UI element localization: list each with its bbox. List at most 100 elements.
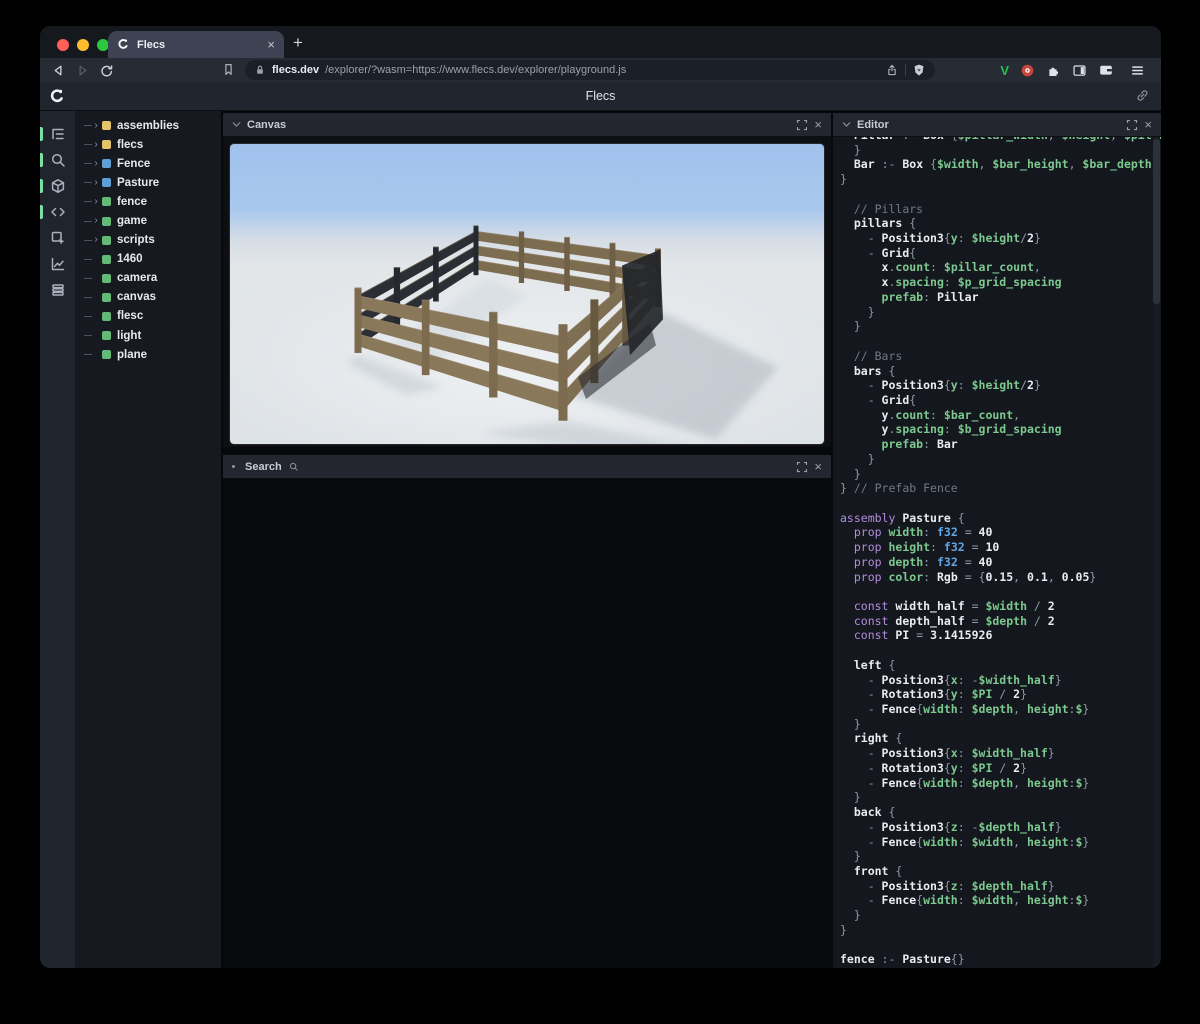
v-extension-icon[interactable]: V bbox=[1000, 63, 1009, 78]
close-icon[interactable]: × bbox=[814, 118, 822, 131]
close-window-button[interactable] bbox=[57, 39, 69, 51]
expand-chevron-icon[interactable]: › bbox=[92, 196, 100, 207]
back-button[interactable] bbox=[51, 63, 66, 78]
minimize-window-button[interactable] bbox=[77, 39, 89, 51]
url-bar[interactable]: flecs.dev/explorer/?wasm=https://www.fle… bbox=[245, 60, 935, 80]
tree-item-light[interactable]: light bbox=[75, 326, 221, 345]
sidebar-item-cube[interactable] bbox=[40, 173, 75, 199]
reload-button[interactable] bbox=[99, 63, 114, 78]
sidebar-item-chart[interactable] bbox=[40, 251, 75, 277]
tree-item-fence[interactable]: › fence bbox=[75, 192, 221, 211]
code-line: } // Prefab Fence bbox=[840, 481, 958, 496]
code-line: } bbox=[840, 922, 847, 937]
code-line: } bbox=[840, 716, 861, 731]
canvas-panel-title: Canvas bbox=[247, 118, 287, 131]
tree-item-label: flecs bbox=[117, 138, 144, 151]
prefab-color-square bbox=[102, 178, 111, 188]
tab-close-icon[interactable]: × bbox=[267, 38, 275, 51]
sidebar-item-stack[interactable] bbox=[40, 277, 75, 303]
tree-item-label: camera bbox=[117, 272, 158, 285]
red-extension-icon[interactable] bbox=[1020, 63, 1035, 78]
code-line: fence :- Pasture{} bbox=[840, 952, 965, 967]
stack-icon bbox=[51, 284, 64, 296]
expand-chevron-icon[interactable]: › bbox=[92, 158, 100, 169]
canvas-panel: Canvas × bbox=[223, 113, 831, 455]
fullscreen-icon[interactable] bbox=[796, 119, 808, 131]
expand-chevron-icon[interactable]: › bbox=[92, 177, 100, 188]
tree-twig bbox=[84, 315, 92, 317]
chevron-down-icon[interactable] bbox=[232, 121, 241, 128]
bookmark-icon[interactable] bbox=[221, 62, 236, 77]
tree-item-label: Pasture bbox=[117, 176, 160, 189]
editor-panel-title: Editor bbox=[857, 118, 889, 131]
code-icon bbox=[50, 207, 65, 217]
code-line: prefab: Pillar bbox=[881, 289, 979, 304]
tree-item-plane[interactable]: plane bbox=[75, 345, 221, 364]
fullscreen-icon[interactable] bbox=[1126, 119, 1138, 131]
sidebar-panel-icon[interactable] bbox=[1072, 63, 1087, 78]
code-line: x.count: $pillar_count, bbox=[881, 260, 1041, 275]
forward-button[interactable] bbox=[75, 63, 90, 78]
code-line: } bbox=[840, 849, 861, 864]
tree-item-scripts[interactable]: › scripts bbox=[75, 231, 221, 250]
close-icon[interactable]: × bbox=[1144, 118, 1152, 131]
tree-item-1460[interactable]: 1460 bbox=[75, 250, 221, 269]
code-line: - Fence{width: $depth, height:$} bbox=[840, 775, 1090, 790]
expand-chevron-icon[interactable]: › bbox=[92, 235, 100, 245]
entity-color-square bbox=[102, 254, 111, 264]
fullscreen-icon[interactable] bbox=[796, 461, 808, 473]
tree-item-Pasture[interactable]: › Pasture bbox=[75, 173, 221, 192]
new-tab-button[interactable]: + bbox=[293, 33, 303, 53]
sidebar-item-code[interactable] bbox=[40, 199, 75, 225]
tree-twig bbox=[84, 182, 92, 184]
sidebar-item-search[interactable] bbox=[40, 147, 75, 173]
code-line: back { bbox=[853, 805, 896, 820]
code-block: Pillar :- Box {$pillar_width, $height, $… bbox=[840, 137, 1161, 967]
close-icon[interactable]: × bbox=[814, 460, 822, 473]
chevron-down-icon[interactable] bbox=[842, 121, 851, 128]
center-column: Canvas × Search × bbox=[223, 111, 831, 968]
browser-tab[interactable]: Flecs × bbox=[108, 31, 284, 58]
code-editor[interactable]: Pillar :- Box {$pillar_width, $height, $… bbox=[833, 137, 1161, 968]
expand-chevron-icon[interactable]: › bbox=[92, 139, 100, 150]
canvas-body bbox=[223, 137, 831, 455]
tree-twig bbox=[84, 335, 92, 337]
expand-chevron-icon[interactable]: › bbox=[92, 216, 100, 226]
code-line: pillars { bbox=[853, 216, 917, 231]
expand-chevron-icon[interactable]: › bbox=[92, 120, 100, 131]
tree-item-label: fence bbox=[117, 195, 148, 208]
sidebar-item-outliner[interactable] bbox=[40, 121, 75, 147]
tree-twig bbox=[84, 201, 92, 203]
share-icon[interactable] bbox=[885, 63, 899, 77]
tree-item-flecs[interactable]: › flecs bbox=[75, 135, 221, 154]
link-icon[interactable] bbox=[1135, 88, 1150, 103]
code-line: - Position3{z: $depth_half} bbox=[840, 878, 1055, 893]
chart-icon bbox=[51, 257, 64, 271]
tree-twig bbox=[84, 125, 92, 127]
tree-item-Fence[interactable]: › Fence bbox=[75, 154, 221, 173]
search-body[interactable] bbox=[223, 479, 831, 968]
entity-color-square bbox=[102, 273, 111, 283]
code-line: - Position3{x: -$width_half} bbox=[840, 672, 1062, 687]
app-header: Flecs bbox=[40, 82, 1161, 111]
tree-item-camera[interactable]: camera bbox=[75, 269, 221, 288]
code-line: // Bars bbox=[853, 348, 903, 363]
tree-item-game[interactable]: › game bbox=[75, 211, 221, 230]
tree-item-canvas[interactable]: canvas bbox=[75, 288, 221, 307]
wallet-icon[interactable] bbox=[1098, 62, 1114, 78]
tree-panel: › assemblies › flecs › Fence › Pasture › fence › ga… bbox=[75, 111, 221, 968]
brave-shield-icon[interactable] bbox=[912, 63, 926, 77]
tree-item-label: flesc bbox=[117, 310, 144, 323]
collapsed-bullet-icon[interactable] bbox=[232, 465, 235, 468]
tree-item-assemblies[interactable]: › assemblies bbox=[75, 116, 221, 135]
menu-icon[interactable] bbox=[1130, 63, 1145, 78]
sidebar-item-inspector[interactable] bbox=[40, 225, 75, 251]
tree-item-flesc[interactable]: flesc bbox=[75, 307, 221, 326]
code-line: } bbox=[840, 451, 875, 466]
editor-scrollbar-thumb[interactable] bbox=[1153, 139, 1160, 304]
extensions-puzzle-icon[interactable] bbox=[1046, 63, 1061, 78]
editor-panel: Editor × Pillar :- Box {$pillar_width, $… bbox=[833, 111, 1161, 968]
fence-3d-render[interactable] bbox=[229, 143, 825, 455]
code-line: - Grid{ bbox=[840, 392, 917, 407]
